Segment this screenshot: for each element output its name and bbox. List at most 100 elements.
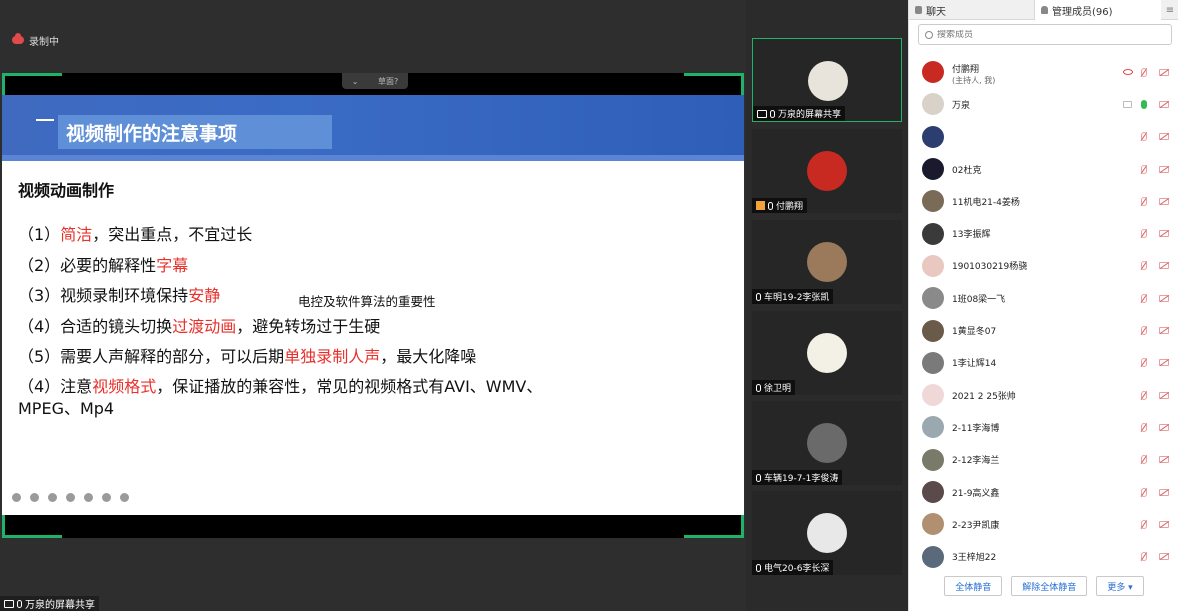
video-tile-name: 车辆19-7-1李俊涛 <box>764 474 839 484</box>
mic-muted-icon[interactable] <box>1141 196 1147 206</box>
mic-muted-icon[interactable] <box>1141 487 1147 497</box>
camera-off-icon[interactable] <box>1159 133 1169 141</box>
mic-icon <box>17 599 22 608</box>
camera-off-icon[interactable] <box>1159 262 1169 270</box>
member-row[interactable]: 2021 2 25张帅 <box>909 379 1178 411</box>
avatar <box>922 254 944 277</box>
video-tile[interactable]: 付鹏翔 <box>752 129 902 213</box>
mic-muted-icon[interactable] <box>1141 358 1147 368</box>
screen-share-area: 录制中 ⌄ 草面? 视频制作的注意事项 视频动画制作 （1）简洁，突出重点，不宜… <box>0 0 746 611</box>
member-row[interactable]: 11机电21-4姜杨 <box>909 185 1178 217</box>
member-row[interactable]: 21-9高义鑫 <box>909 476 1178 508</box>
mute-all-button[interactable]: 全体静音 <box>944 576 1003 596</box>
slide-toolbar <box>12 493 129 502</box>
slide-line: （2）必要的解释性字幕 <box>18 256 189 275</box>
camera-off-icon[interactable] <box>1159 391 1169 399</box>
mic-muted-icon[interactable] <box>1141 326 1147 336</box>
recording-indicator[interactable]: 录制中 <box>12 32 59 48</box>
member-row[interactable] <box>909 121 1178 153</box>
screen-share-icon <box>1123 100 1132 108</box>
video-tile[interactable]: 车辆19-7-1李俊涛 <box>752 401 902 485</box>
member-row[interactable]: 13李振辉 <box>909 217 1178 249</box>
video-tile[interactable]: 万泉的屏幕共享 <box>752 38 902 122</box>
mic-icon[interactable] <box>1141 99 1147 109</box>
video-tile[interactable]: 车明19-2李张凯 <box>752 220 902 304</box>
tab-members[interactable]: 管理成员(96) <box>1035 0 1161 20</box>
camera-icon[interactable] <box>84 493 93 502</box>
camera-off-icon[interactable] <box>1159 294 1169 302</box>
eye-icon[interactable] <box>1123 69 1133 76</box>
camera-off-icon[interactable] <box>1159 68 1169 76</box>
mic-muted-icon[interactable] <box>1141 261 1147 271</box>
mic-muted-icon[interactable] <box>1141 67 1147 77</box>
camera-off-icon[interactable] <box>1159 327 1169 335</box>
mic-muted-icon[interactable] <box>1141 455 1147 465</box>
member-row[interactable]: 1901030219杨骁 <box>909 250 1178 282</box>
presentation-slide: 视频制作的注意事项 视频动画制作 （1）简洁，突出重点，不宜过长 （2）必要的解… <box>2 95 744 515</box>
avatar <box>922 222 944 245</box>
next-slide-icon[interactable] <box>30 493 39 502</box>
slide-line: MPEG、Mp4 <box>18 399 115 418</box>
slide-line: （1）简洁，突出重点，不宜过长 <box>18 225 253 244</box>
more-button[interactable]: 更多 ▾ <box>1096 576 1144 596</box>
mic-muted-icon[interactable] <box>1141 164 1147 174</box>
member-name: 21-9高义鑫 <box>952 488 1000 499</box>
member-row[interactable]: 付鹏翔 (主持人, 我) <box>909 56 1178 88</box>
subtitle-icon[interactable] <box>102 493 111 502</box>
camera-off-icon[interactable] <box>1159 165 1169 173</box>
avatar <box>922 351 944 374</box>
mic-muted-icon[interactable] <box>1141 390 1147 400</box>
member-row[interactable]: 3王梓旭22 <box>909 540 1178 570</box>
camera-off-icon[interactable] <box>1159 359 1169 367</box>
pen-icon[interactable] <box>48 493 57 502</box>
member-search-input[interactable] <box>937 29 1157 40</box>
member-name: 1李让辉14 <box>952 359 997 370</box>
camera-off-icon[interactable] <box>1159 520 1169 528</box>
prev-slide-icon[interactable] <box>12 493 21 502</box>
member-row[interactable]: 2-11李海博 <box>909 411 1178 443</box>
slide-subtitle: 视频动画制作 <box>18 181 115 200</box>
camera-off-icon[interactable] <box>1159 197 1169 205</box>
mic-muted-icon[interactable] <box>1141 132 1147 142</box>
avatar <box>922 545 944 568</box>
member-name: 2021 2 25张帅 <box>952 391 1016 402</box>
avatar <box>922 513 944 536</box>
member-row[interactable]: 1班08梁一飞 <box>909 282 1178 314</box>
more-icon[interactable] <box>120 493 129 502</box>
video-tile[interactable]: 徐卫明 <box>752 311 902 395</box>
share-toolbar-toggle[interactable]: ⌄ 草面? <box>342 73 408 89</box>
mic-muted-icon[interactable] <box>1141 552 1147 562</box>
member-row[interactable]: 1黄显冬07 <box>909 314 1178 346</box>
video-tile[interactable]: 电气20-6李长深 <box>752 491 902 575</box>
camera-off-icon[interactable] <box>1159 423 1169 431</box>
camera-off-icon[interactable] <box>1159 553 1169 561</box>
member-row[interactable]: 2-12李海兰 <box>909 444 1178 476</box>
recording-label: 录制中 <box>29 36 59 48</box>
camera-off-icon[interactable] <box>1159 230 1169 238</box>
member-row[interactable]: 2-23尹凯康 <box>909 508 1178 540</box>
video-tile-name: 车明19-2李张凯 <box>764 293 830 303</box>
camera-off-icon[interactable] <box>1159 100 1169 108</box>
panel-menu-button[interactable]: ≡ <box>1161 0 1178 20</box>
tab-chat[interactable]: 聊天 <box>909 0 1035 20</box>
mic-muted-icon[interactable] <box>1141 422 1147 432</box>
avatar <box>922 190 944 213</box>
avatar <box>922 287 944 310</box>
mic-muted-icon[interactable] <box>1141 229 1147 239</box>
member-row[interactable]: 1李让辉14 <box>909 347 1178 379</box>
mic-muted-icon[interactable] <box>1141 519 1147 529</box>
screen-share-icon <box>4 599 14 608</box>
member-row[interactable]: 万泉 <box>909 88 1178 120</box>
camera-off-icon[interactable] <box>1159 488 1169 496</box>
shared-screen-frame: ⌄ 草面? 视频制作的注意事项 视频动画制作 （1）简洁，突出重点，不宜过长 （… <box>2 73 744 538</box>
mic-muted-icon[interactable] <box>1141 293 1147 303</box>
search-icon <box>925 30 933 39</box>
unmute-all-button[interactable]: 解除全体静音 <box>1011 576 1088 596</box>
member-name: 3王梓旭22 <box>952 553 997 564</box>
camera-off-icon[interactable] <box>1159 456 1169 464</box>
member-name: 1黄显冬07 <box>952 327 997 338</box>
video-tile-name: 万泉的屏幕共享 <box>778 110 842 120</box>
zoom-icon[interactable] <box>66 493 75 502</box>
member-row[interactable]: 02杜克 <box>909 153 1178 185</box>
mic-muted-icon <box>756 292 761 301</box>
